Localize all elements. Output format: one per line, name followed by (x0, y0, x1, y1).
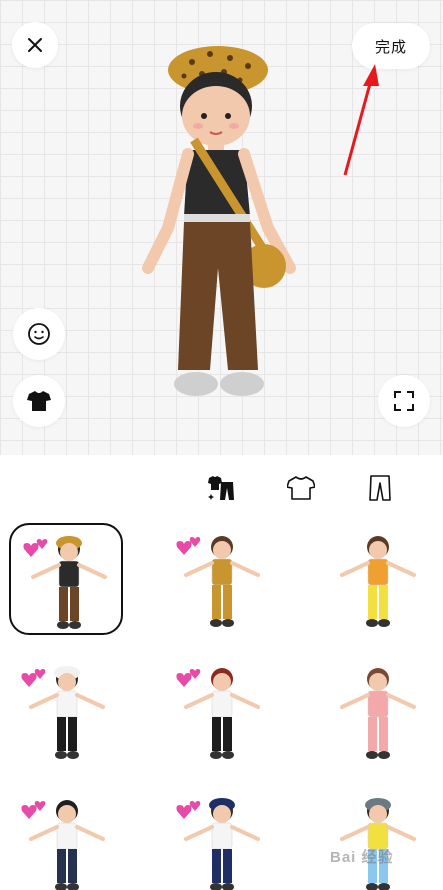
tshirt-icon (287, 476, 315, 500)
face-icon (28, 323, 50, 345)
outfit-preset[interactable] (320, 523, 434, 635)
face-button[interactable] (13, 308, 65, 360)
outfit-preset[interactable] (320, 655, 434, 767)
preset-avatar (184, 536, 260, 627)
fullscreen-icon (394, 391, 414, 411)
bottom-tab[interactable] (363, 473, 397, 503)
outfit-preset[interactable] (9, 655, 123, 767)
pants-icon (369, 475, 391, 501)
fullscreen-button[interactable] (378, 375, 430, 427)
outfit-preset[interactable] (164, 523, 278, 635)
preset-avatar (340, 536, 416, 627)
outfit-preset[interactable] (164, 655, 278, 767)
outfit-preset[interactable] (9, 523, 123, 635)
avatar-preview: 完成 (0, 0, 443, 455)
shirt-icon (27, 391, 51, 411)
close-button[interactable] (12, 22, 58, 68)
outfit-preset[interactable] (164, 787, 278, 890)
outfit-button[interactable] (13, 375, 65, 427)
preset-avatar (184, 798, 260, 890)
preset-avatar (29, 800, 105, 890)
preset-avatar (340, 798, 416, 890)
preset-avatar (31, 536, 107, 629)
outfit-preset[interactable] (9, 787, 123, 890)
outfit-preset[interactable] (320, 787, 434, 890)
category-tabs (0, 455, 443, 517)
outfit-preset-grid (0, 517, 443, 890)
top-tab[interactable] (284, 473, 318, 503)
preset-avatar (184, 668, 260, 759)
preset-avatar (29, 666, 105, 759)
outfit-icon (208, 476, 234, 500)
red-arrow-annotation (343, 64, 379, 176)
close-icon (28, 38, 42, 52)
outfit-tab[interactable] (205, 473, 239, 503)
preset-avatar (340, 668, 416, 759)
watermark: Bai 经验 (330, 849, 394, 866)
avatar-figure (142, 46, 296, 396)
